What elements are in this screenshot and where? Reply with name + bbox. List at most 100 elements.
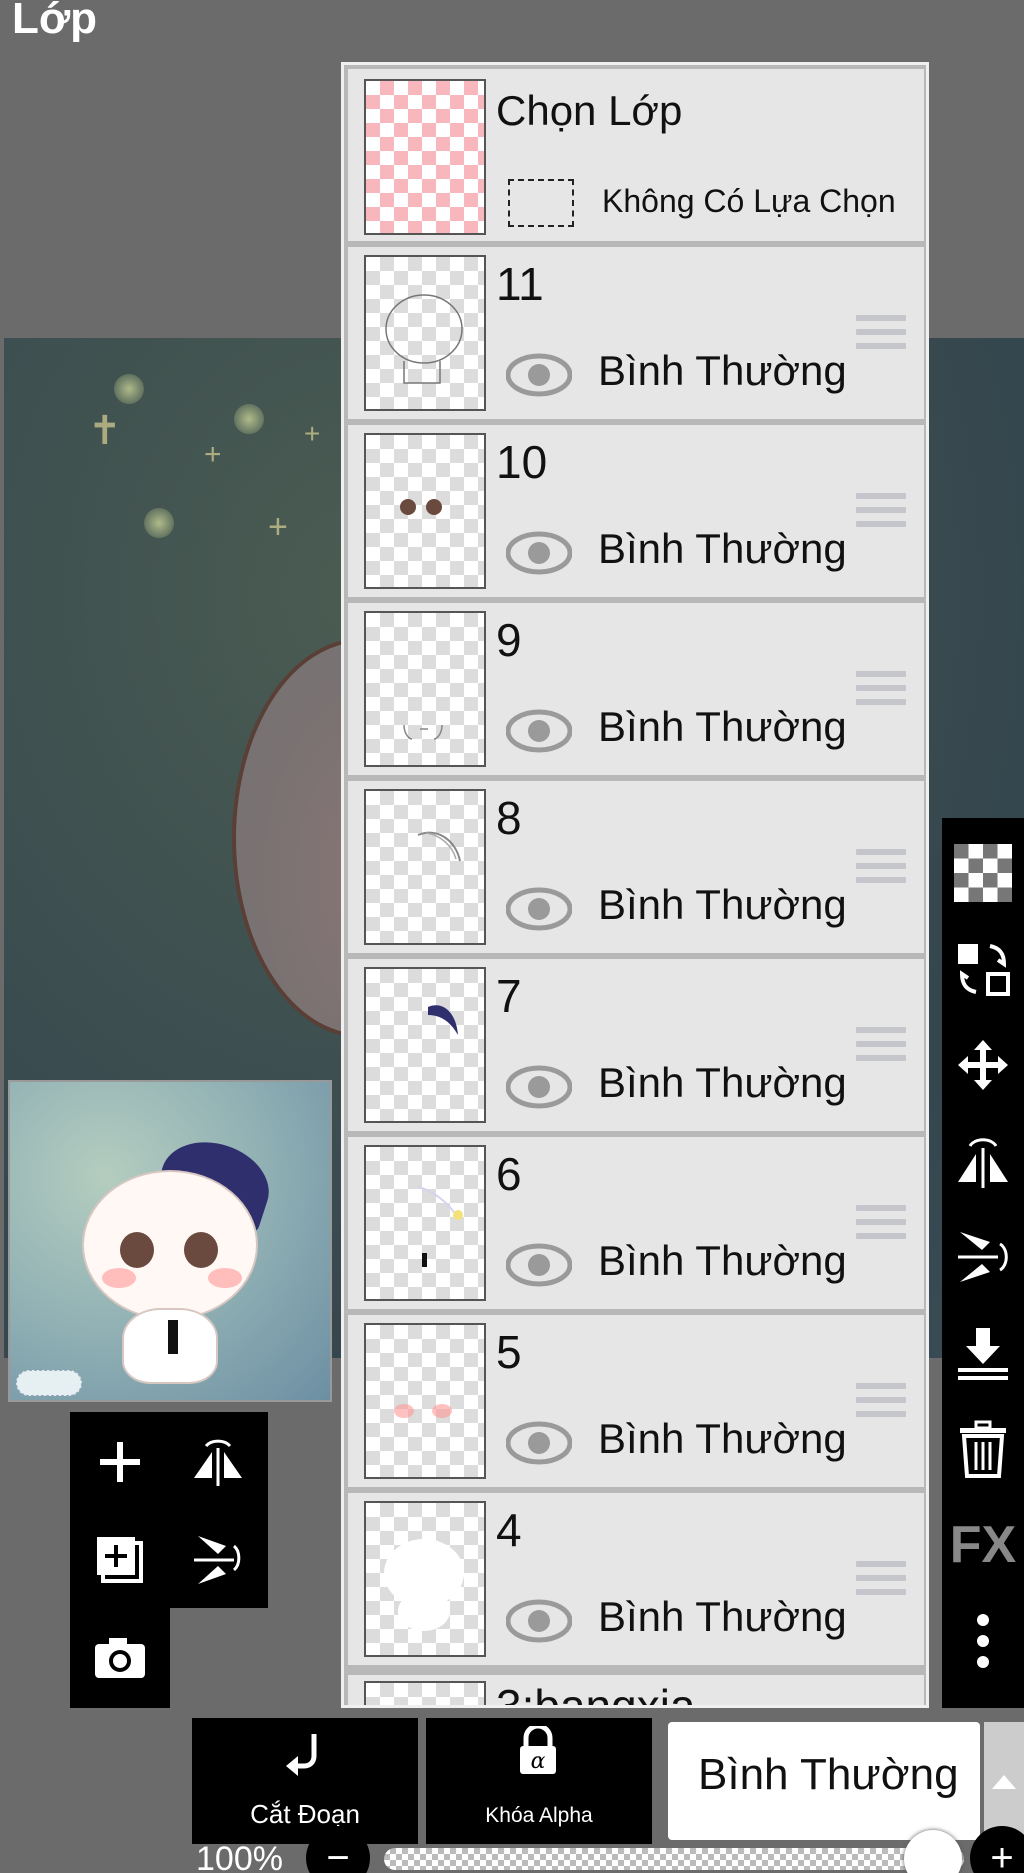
star-cross-decoration: + [204,438,222,471]
flip-horizontal-icon [194,1439,242,1486]
layer-row[interactable]: 6 Bình Thường [348,1137,924,1309]
glow-dot [234,404,264,434]
drag-handle-icon[interactable] [856,1383,906,1425]
alpha-lock-button[interactable]: α Khóa Alpha [426,1718,652,1844]
layer-row[interactable]: 10 Bình Thường [348,425,924,597]
layer-row[interactable]: 4 Bình Thường [348,1493,924,1665]
plus-icon: + [990,1835,1014,1873]
flip-vertical-button[interactable] [178,1520,258,1600]
layer-name: 9 [496,614,522,666]
flip-horizontal-icon [958,1138,1008,1188]
layer-name: 11 [496,258,544,310]
signature-mark [16,1370,82,1396]
eye-icon[interactable] [506,353,572,397]
camera-panel [70,1608,170,1708]
layer-thumbnail [364,967,486,1123]
minus-icon: − [326,1835,350,1873]
canvas-thumbnail[interactable] [8,1080,332,1402]
right-toolbar: FX [942,818,1024,1708]
selection-title: Chọn Lớp [496,87,683,134]
more-icon [977,1614,989,1668]
layer-row[interactable]: 3:bangxia [348,1675,924,1705]
flip-vertical-button[interactable] [950,1224,1016,1290]
chibi-eye [184,1232,218,1268]
selection-status: Không Có Lựa Chọn [602,183,896,219]
drag-handle-icon[interactable] [856,849,906,891]
layer-row[interactable]: 5 Bình Thường [348,1315,924,1487]
layer-row[interactable]: 8 Bình Thường [348,781,924,953]
camera-icon [95,1638,145,1678]
opacity-slider-track[interactable] [384,1848,964,1870]
drag-handle-icon[interactable] [856,671,906,713]
chibi-head [82,1170,258,1320]
layer-row[interactable]: 7 Bình Thường [348,959,924,1131]
layer-thumbnail [364,255,486,411]
opacity-label: 100% [196,1840,283,1873]
layer-blend-mode: Bình Thường [598,1415,847,1462]
add-image-layer-button[interactable] [80,1520,160,1600]
selection-layer-row[interactable]: Chọn Lớp Không Có Lựa Chọn [348,69,924,241]
transparency-button[interactable] [950,840,1016,906]
fx-button[interactable]: FX [950,1512,1016,1578]
add-layer-icon [100,1442,140,1482]
eye-icon[interactable] [506,531,572,575]
blend-mode-dropdown-button[interactable] [984,1722,1024,1840]
flip-horizontal-button[interactable] [950,1128,1016,1194]
selection-marquee-icon [508,179,574,227]
add-layer-button[interactable] [80,1422,160,1502]
layer-tools-panel [70,1412,268,1608]
layer-blend-mode: Bình Thường [598,525,847,572]
drag-handle-icon[interactable] [856,1205,906,1247]
layer-thumbnail [364,611,486,767]
drag-handle-icon[interactable] [856,493,906,535]
flip-vertical-icon [194,1536,241,1584]
clipping-arrow-icon [286,1734,317,1776]
drag-handle-icon[interactable] [856,1027,906,1069]
page-title: Lớp [12,0,98,43]
trash-icon [960,1420,1006,1478]
eye-icon[interactable] [506,709,572,753]
layer-thumbnail [364,1145,486,1301]
layer-thumbnail [364,1501,486,1657]
glow-dot [144,508,174,538]
layer-row[interactable]: 11 Bình Thường [348,247,924,419]
flip-horizontal-button[interactable] [178,1422,258,1502]
transform-layer-icon [958,944,1010,996]
merge-down-button[interactable] [950,1320,1016,1386]
layer-name: 10 [496,436,548,488]
transparency-icon [954,844,1012,902]
camera-button[interactable] [80,1618,160,1698]
star-cross-decoration: + [268,508,288,546]
drag-handle-icon[interactable] [856,315,906,357]
clipping-label: Cắt Đoạn [250,1799,360,1829]
chevron-up-icon [992,1775,1016,1789]
layer-blend-mode: Bình Thường [598,1059,847,1106]
chibi-blush [208,1268,242,1288]
chibi-tie [168,1320,178,1354]
star-cross-decoration: ✝ [88,409,122,453]
layer-blend-mode: Bình Thường [598,703,847,750]
drag-handle-icon[interactable] [856,1561,906,1603]
delete-layer-button[interactable] [950,1416,1016,1482]
eye-icon[interactable] [506,1243,572,1287]
layer-name: 5 [496,1326,522,1378]
layer-name: 8 [496,792,522,844]
eye-icon[interactable] [506,1599,572,1643]
flip-vertical-icon [958,1232,1008,1282]
blend-mode-select[interactable]: Bình Thường [668,1722,980,1840]
more-options-button[interactable] [950,1608,1016,1674]
eye-icon[interactable] [506,1065,572,1109]
clipping-button[interactable]: Cắt Đoạn [192,1718,418,1844]
transform-layer-button[interactable] [950,936,1016,1002]
move-button[interactable] [950,1032,1016,1098]
lock-alpha-icon: α [520,1726,556,1774]
alpha-lock-label: Khóa Alpha [485,1804,593,1827]
eye-icon[interactable] [506,887,572,931]
layer-row[interactable]: 9 Bình Thường [348,603,924,775]
glow-dot [114,374,144,404]
add-image-layer-icon [97,1537,143,1583]
chibi-blush [102,1268,136,1288]
layer-blend-mode: Bình Thường [598,1593,847,1640]
blend-mode-value: Bình Thường [698,1750,959,1799]
eye-icon[interactable] [506,1421,572,1465]
